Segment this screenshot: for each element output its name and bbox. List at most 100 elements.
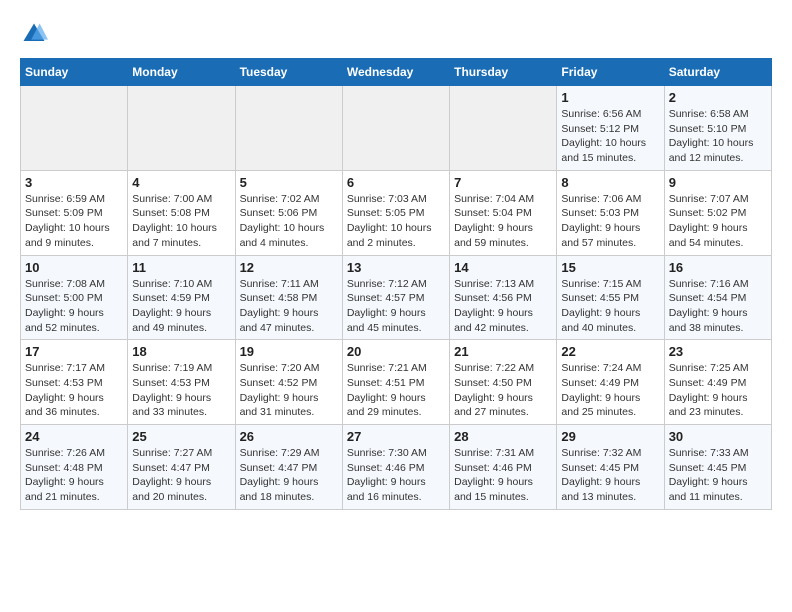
calendar-cell: 11 Sunrise: 7:10 AMSunset: 4:59 PMDayligh… (128, 255, 235, 340)
calendar-header-friday: Friday (557, 59, 664, 86)
day-info: Sunrise: 7:12 AMSunset: 4:57 PMDaylight:… (347, 277, 445, 336)
calendar-week-row: 1 Sunrise: 6:56 AMSunset: 5:12 PMDaylight… (21, 86, 772, 171)
day-number: 13 (347, 260, 445, 275)
day-info: Sunrise: 7:02 AMSunset: 5:06 PMDaylight:… (240, 192, 338, 251)
calendar-header-wednesday: Wednesday (342, 59, 449, 86)
day-info: Sunrise: 7:32 AMSunset: 4:45 PMDaylight:… (561, 446, 659, 505)
day-info: Sunrise: 7:29 AMSunset: 4:47 PMDaylight:… (240, 446, 338, 505)
day-number: 19 (240, 344, 338, 359)
day-number: 14 (454, 260, 552, 275)
day-number: 18 (132, 344, 230, 359)
calendar-cell: 25Sunrise: 7:27 AMSunset: 4:47 PMDayligh… (128, 425, 235, 510)
calendar-cell: 29 Sunrise: 7:32 AMSunset: 4:45 PMDayligh… (557, 425, 664, 510)
calendar-cell: 12Sunrise: 7:11 AMSunset: 4:58 PMDayligh… (235, 255, 342, 340)
day-number: 22 (561, 344, 659, 359)
calendar-cell: 8 Sunrise: 7:06 AMSunset: 5:03 PMDaylight… (557, 170, 664, 255)
day-number: 21 (454, 344, 552, 359)
calendar-cell: 21 Sunrise: 7:22 AMSunset: 4:50 PMDayligh… (450, 340, 557, 425)
calendar-week-row: 17 Sunrise: 7:17 AMSunset: 4:53 PMDayligh… (21, 340, 772, 425)
day-number: 20 (347, 344, 445, 359)
calendar-cell (128, 86, 235, 171)
calendar-cell: 7 Sunrise: 7:04 AMSunset: 5:04 PMDaylight… (450, 170, 557, 255)
day-info: Sunrise: 7:00 AMSunset: 5:08 PMDaylight:… (132, 192, 230, 251)
calendar: SundayMondayTuesdayWednesdayThursdayFrid… (20, 58, 772, 510)
calendar-week-row: 10 Sunrise: 7:08 AMSunset: 5:00 PMDayligh… (21, 255, 772, 340)
calendar-cell (342, 86, 449, 171)
day-info: Sunrise: 6:56 AMSunset: 5:12 PMDaylight:… (561, 107, 659, 166)
day-number: 1 (561, 90, 659, 105)
calendar-header-saturday: Saturday (664, 59, 771, 86)
day-number: 26 (240, 429, 338, 444)
calendar-cell: 23Sunrise: 7:25 AMSunset: 4:49 PMDayligh… (664, 340, 771, 425)
calendar-header-sunday: Sunday (21, 59, 128, 86)
calendar-cell: 5 Sunrise: 7:02 AMSunset: 5:06 PMDaylight… (235, 170, 342, 255)
calendar-cell (450, 86, 557, 171)
calendar-cell: 3 Sunrise: 6:59 AMSunset: 5:09 PMDaylight… (21, 170, 128, 255)
day-number: 24 (25, 429, 123, 444)
day-number: 11 (132, 260, 230, 275)
day-number: 3 (25, 175, 123, 190)
day-number: 15 (561, 260, 659, 275)
day-number: 2 (669, 90, 767, 105)
calendar-header-row: SundayMondayTuesdayWednesdayThursdayFrid… (21, 59, 772, 86)
day-info: Sunrise: 7:31 AMSunset: 4:46 PMDaylight:… (454, 446, 552, 505)
day-info: Sunrise: 7:08 AMSunset: 5:00 PMDaylight:… (25, 277, 123, 336)
day-info: Sunrise: 7:17 AMSunset: 4:53 PMDaylight:… (25, 361, 123, 420)
calendar-cell: 9 Sunrise: 7:07 AMSunset: 5:02 PMDaylight… (664, 170, 771, 255)
day-info: Sunrise: 6:59 AMSunset: 5:09 PMDaylight:… (25, 192, 123, 251)
calendar-cell: 24 Sunrise: 7:26 AMSunset: 4:48 PMDayligh… (21, 425, 128, 510)
day-number: 8 (561, 175, 659, 190)
calendar-cell: 17 Sunrise: 7:17 AMSunset: 4:53 PMDayligh… (21, 340, 128, 425)
day-info: Sunrise: 7:15 AMSunset: 4:55 PMDaylight:… (561, 277, 659, 336)
day-number: 30 (669, 429, 767, 444)
day-number: 7 (454, 175, 552, 190)
day-info: Sunrise: 7:13 AMSunset: 4:56 PMDaylight:… (454, 277, 552, 336)
calendar-cell: 28 Sunrise: 7:31 AMSunset: 4:46 PMDayligh… (450, 425, 557, 510)
calendar-cell: 27 Sunrise: 7:30 AMSunset: 4:46 PMDayligh… (342, 425, 449, 510)
calendar-cell: 30 Sunrise: 7:33 AMSunset: 4:45 PMDayligh… (664, 425, 771, 510)
calendar-header-thursday: Thursday (450, 59, 557, 86)
day-number: 29 (561, 429, 659, 444)
calendar-cell: 22 Sunrise: 7:24 AMSunset: 4:49 PMDayligh… (557, 340, 664, 425)
calendar-cell: 18 Sunrise: 7:19 AMSunset: 4:53 PMDayligh… (128, 340, 235, 425)
day-info: Sunrise: 6:58 AMSunset: 5:10 PMDaylight:… (669, 107, 767, 166)
calendar-cell: 16 Sunrise: 7:16 AMSunset: 4:54 PMDayligh… (664, 255, 771, 340)
day-info: Sunrise: 7:19 AMSunset: 4:53 PMDaylight:… (132, 361, 230, 420)
day-info: Sunrise: 7:27 AMSunset: 4:47 PMDaylight:… (132, 446, 230, 505)
day-info: Sunrise: 7:07 AMSunset: 5:02 PMDaylight:… (669, 192, 767, 251)
day-info: Sunrise: 7:20 AMSunset: 4:52 PMDaylight:… (240, 361, 338, 420)
day-number: 28 (454, 429, 552, 444)
day-info: Sunrise: 7:33 AMSunset: 4:45 PMDaylight:… (669, 446, 767, 505)
calendar-cell: 20 Sunrise: 7:21 AMSunset: 4:51 PMDayligh… (342, 340, 449, 425)
calendar-cell: 10 Sunrise: 7:08 AMSunset: 5:00 PMDayligh… (21, 255, 128, 340)
calendar-header-tuesday: Tuesday (235, 59, 342, 86)
day-info: Sunrise: 7:16 AMSunset: 4:54 PMDaylight:… (669, 277, 767, 336)
day-info: Sunrise: 7:30 AMSunset: 4:46 PMDaylight:… (347, 446, 445, 505)
day-info: Sunrise: 7:24 AMSunset: 4:49 PMDaylight:… (561, 361, 659, 420)
day-number: 16 (669, 260, 767, 275)
calendar-week-row: 24 Sunrise: 7:26 AMSunset: 4:48 PMDayligh… (21, 425, 772, 510)
day-info: Sunrise: 7:10 AMSunset: 4:59 PMDaylight:… (132, 277, 230, 336)
day-info: Sunrise: 7:21 AMSunset: 4:51 PMDaylight:… (347, 361, 445, 420)
calendar-cell: 4 Sunrise: 7:00 AMSunset: 5:08 PMDaylight… (128, 170, 235, 255)
calendar-cell: 26 Sunrise: 7:29 AMSunset: 4:47 PMDayligh… (235, 425, 342, 510)
day-number: 4 (132, 175, 230, 190)
day-info: Sunrise: 7:04 AMSunset: 5:04 PMDaylight:… (454, 192, 552, 251)
calendar-header-monday: Monday (128, 59, 235, 86)
calendar-cell: 6Sunrise: 7:03 AMSunset: 5:05 PMDaylight… (342, 170, 449, 255)
day-number: 9 (669, 175, 767, 190)
calendar-cell: 19 Sunrise: 7:20 AMSunset: 4:52 PMDayligh… (235, 340, 342, 425)
day-info: Sunrise: 7:22 AMSunset: 4:50 PMDaylight:… (454, 361, 552, 420)
day-number: 17 (25, 344, 123, 359)
calendar-cell (235, 86, 342, 171)
day-number: 27 (347, 429, 445, 444)
header (20, 20, 772, 48)
day-info: Sunrise: 7:06 AMSunset: 5:03 PMDaylight:… (561, 192, 659, 251)
day-info: Sunrise: 7:26 AMSunset: 4:48 PMDaylight:… (25, 446, 123, 505)
calendar-cell: 1 Sunrise: 6:56 AMSunset: 5:12 PMDaylight… (557, 86, 664, 171)
day-number: 10 (25, 260, 123, 275)
calendar-week-row: 3 Sunrise: 6:59 AMSunset: 5:09 PMDaylight… (21, 170, 772, 255)
day-number: 5 (240, 175, 338, 190)
day-info: Sunrise: 7:11 AMSunset: 4:58 PMDaylight:… (240, 277, 338, 336)
logo (20, 20, 52, 48)
